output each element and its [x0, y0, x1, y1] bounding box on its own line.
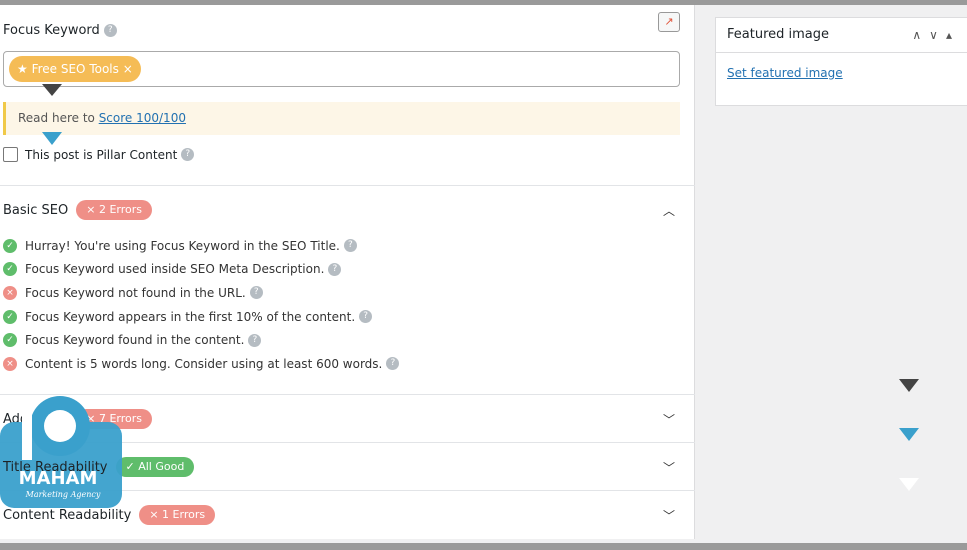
check-item: ✓ Focus Keyword found in the content.? — [3, 328, 695, 352]
toggle-icon[interactable]: ▴ — [946, 28, 960, 42]
help-icon[interactable]: ? — [248, 333, 262, 347]
score-notice: Read here to Score 100/100 — [3, 102, 680, 135]
check-circle-icon: ✓ — [3, 238, 17, 253]
check-text: Focus Keyword found in the content. — [25, 333, 245, 348]
chevron-down-icon[interactable]: ﹀ — [663, 411, 675, 428]
help-icon[interactable]: ? — [249, 286, 263, 300]
section-basic-seo: Basic SEO × 2 Errors ︿ ✓ Hurray! You're usi… — [0, 185, 695, 395]
bottom-bar — [0, 543, 967, 550]
arrow-marker-icon — [899, 379, 919, 392]
maham-logo-watermark: MAHAM Marketing Agency — [0, 396, 122, 508]
section-title: Title Readability — [3, 459, 108, 475]
pillar-checkbox[interactable] — [3, 147, 18, 162]
check-text: Hurray! You're using Focus Keyword in th… — [25, 238, 340, 253]
keyword-chip: ★ Free SEO Tools × — [9, 56, 141, 82]
check-text: Focus Keyword used inside SEO Meta Descr… — [25, 262, 325, 277]
check-text: Content is 5 words long. Consider using … — [25, 356, 383, 371]
help-icon[interactable]: ? — [181, 148, 195, 161]
move-up-icon[interactable]: ∧ — [912, 28, 929, 42]
pillar-content-option[interactable]: This post is Pillar Content? — [3, 147, 195, 162]
status-badge: ✓ All Good — [115, 457, 195, 477]
status-badge: × 1 Errors — [139, 505, 216, 525]
help-icon[interactable]: ? — [103, 24, 117, 37]
remove-keyword-icon[interactable]: × — [123, 62, 133, 76]
set-featured-image-link[interactable]: Set featured image — [727, 66, 967, 80]
arrow-marker-icon — [899, 478, 919, 491]
help-icon[interactable]: ? — [343, 239, 357, 253]
featured-image-box: Featured image ∧∨▴ Set featured image — [715, 17, 967, 106]
check-item: ✓ Hurray! You're using Focus Keyword in t… — [3, 234, 695, 258]
check-text: Focus Keyword appears in the first 10% o… — [25, 309, 356, 324]
check-item: × Focus Keyword not found in the URL.? — [3, 281, 695, 305]
check-text: Focus Keyword not found in the URL. — [25, 285, 246, 300]
trend-chart-icon[interactable]: ↗ — [658, 12, 680, 32]
check-item: ✓ Focus Keyword appears in the first 10% … — [3, 305, 695, 329]
check-circle-icon: ✓ — [3, 333, 17, 348]
pillar-label: This post is Pillar Content — [25, 147, 178, 162]
chevron-up-icon[interactable]: ︿ — [663, 202, 675, 219]
focus-keyword-input[interactable]: ★ Free SEO Tools × — [3, 51, 680, 87]
status-badge: × 2 Errors — [76, 200, 153, 220]
rank-math-panel: Focus Keyword? ↗ ★ Free SEO Tools × Read… — [0, 5, 695, 539]
section-header[interactable]: Basic SEO × 2 Errors ︿ — [0, 186, 695, 234]
check-circle-icon: ✓ — [3, 309, 17, 324]
score-link[interactable]: Score 100/100 — [99, 111, 186, 125]
check-circle-icon: ✓ — [3, 262, 17, 277]
arrow-marker-icon — [42, 132, 62, 145]
check-item: × Content is 5 words long. Consider using… — [3, 352, 695, 376]
arrow-marker-icon — [899, 428, 919, 441]
arrow-marker-icon — [42, 84, 62, 96]
help-icon[interactable]: ? — [386, 357, 400, 371]
focus-keyword-label: Focus Keyword? — [3, 23, 117, 38]
error-circle-icon: × — [3, 285, 17, 300]
error-circle-icon: × — [3, 356, 17, 371]
check-item: ✓ Focus Keyword used inside SEO Meta Desc… — [3, 258, 695, 282]
logo-tagline: Marketing Agency — [25, 490, 101, 499]
featured-image-title: Featured image — [727, 27, 830, 42]
chevron-down-icon[interactable]: ﹀ — [663, 507, 675, 524]
help-icon[interactable]: ? — [359, 310, 373, 324]
help-icon[interactable]: ? — [328, 262, 342, 276]
move-down-icon[interactable]: ∨ — [929, 28, 946, 42]
chevron-down-icon[interactable]: ﹀ — [663, 459, 675, 476]
